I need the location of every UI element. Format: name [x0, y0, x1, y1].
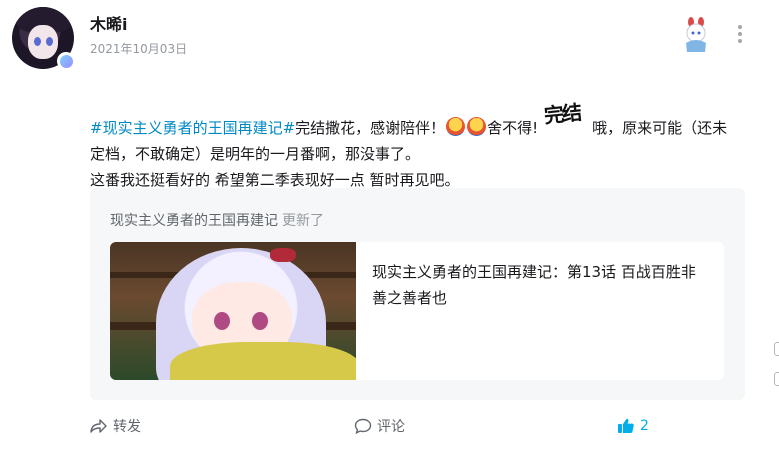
- card-header[interactable]: 现实主义勇者的王国再建记 更新了: [110, 210, 324, 230]
- card-header-status: 更新了: [282, 213, 324, 229]
- comment-icon: [354, 418, 372, 434]
- anime-update-card: 现实主义勇者的王国再建记 更新了 现实主义勇者的王国再建记：第13话 百战百胜非善…: [90, 188, 745, 400]
- verified-badge-icon: [57, 52, 75, 70]
- comment-button[interactable]: 评论: [354, 412, 405, 440]
- forward-label: 转发: [113, 419, 141, 435]
- card-header-name: 现实主义勇者的王国再建记: [110, 213, 278, 229]
- crying-emote-icon: [467, 117, 487, 136]
- scroll-control-fragment[interactable]: [771, 340, 779, 400]
- author-name[interactable]: 木晞i: [90, 11, 128, 35]
- post-text-1: 完结撒花，感谢陪伴！: [295, 119, 446, 137]
- like-count: 2: [640, 418, 649, 434]
- forward-button[interactable]: 转发: [90, 412, 141, 440]
- thumbs-up-icon: [618, 418, 634, 433]
- action-bar: 转发 评论 2: [0, 412, 779, 440]
- post-content: #现实主义勇者的王国再建记#完结撒花，感谢陪伴！ 舍不得! 完结 哦，原来可能（还未定…: [90, 99, 740, 193]
- like-button[interactable]: 2: [617, 412, 649, 440]
- wanjie-sticker-icon: 完结: [543, 100, 582, 128]
- episode-cover-image: [110, 242, 356, 380]
- decoration-sticker-icon: [686, 17, 706, 52]
- more-options-icon[interactable]: [735, 25, 745, 45]
- crying-emote-icon: [446, 117, 466, 136]
- episode-title: 现实主义勇者的王国再建记：第13话 百战百胜非善之善者也: [372, 263, 696, 307]
- post-text-2: 舍不得!: [487, 119, 539, 137]
- comment-label: 评论: [377, 419, 405, 435]
- episode-link[interactable]: 现实主义勇者的王国再建记：第13话 百战百胜非善之善者也: [110, 242, 724, 380]
- post-date: 2021年10月03日: [90, 42, 188, 56]
- post-text-4: 这番我还挺看好的 希望第二季表现好一点 暂时再见吧。: [90, 171, 460, 189]
- topic-link[interactable]: #现实主义勇者的王国再建记#: [90, 119, 295, 137]
- forward-icon: [90, 419, 107, 433]
